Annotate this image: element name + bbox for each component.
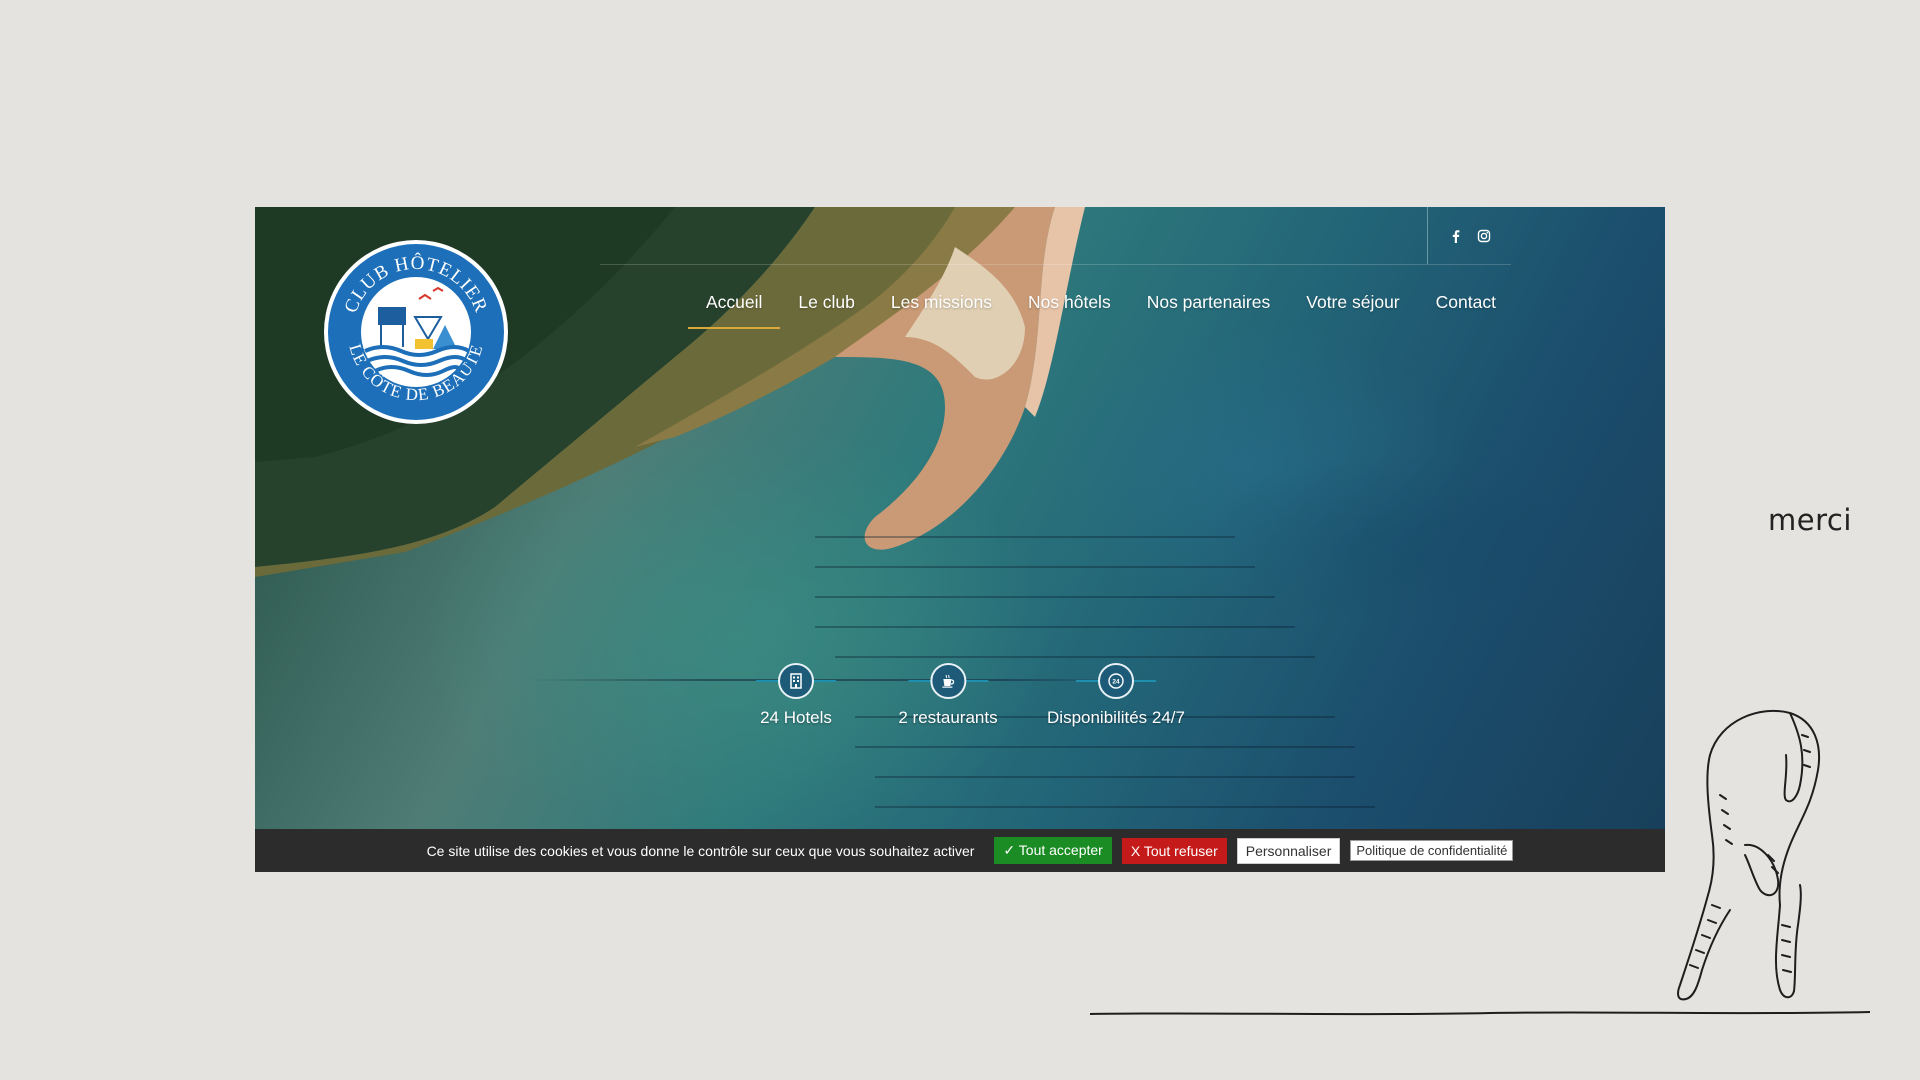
nav-item-les-missions[interactable]: Les missions [873,287,1010,317]
privacy-policy-button[interactable]: Politique de confidentialité [1350,840,1514,861]
nav-item-votre-sejour[interactable]: Votre séjour [1288,287,1417,317]
walking-hand-illustration [1677,709,1820,1001]
stat-availability: 24 Disponibilités 24/7 [1047,663,1185,728]
stat-availability-label: Disponibilités 24/7 [1047,708,1185,727]
stat-hotels-label: 24 Hotels [760,708,832,727]
customize-cookies-button[interactable]: Personnaliser [1236,837,1341,864]
stat-hotels: 24 Hotels [756,663,836,728]
main-nav: Accueil Le club Les missions Nos hôtels … [688,287,1514,329]
nav-item-le-club[interactable]: Le club [780,287,872,317]
header-divider [600,264,1511,265]
hotel-building-icon [778,663,814,699]
stat-restaurants: 2 restaurants [898,663,998,728]
nav-item-contact[interactable]: Contact [1418,287,1514,317]
merci-text: merci [1768,503,1852,537]
accept-all-cookies-button[interactable]: ✓ Tout accepter [994,837,1112,864]
facebook-icon[interactable] [1449,229,1463,243]
cookie-message: Ce site utilise des cookies et vous donn… [426,842,975,859]
svg-text:24: 24 [1112,679,1120,686]
social-links [1427,207,1511,264]
club-logo[interactable]: CLUB HÔTELIER LE CÔTE DE BEAUTÉ [323,239,509,425]
stat-restaurants-label: 2 restaurants [898,708,998,727]
nav-item-nos-partenaires[interactable]: Nos partenaires [1129,287,1289,317]
refuse-all-cookies-button[interactable]: X Tout refuser [1121,837,1227,864]
instagram-icon[interactable] [1477,229,1491,243]
cookie-consent-bar: Ce site utilise des cookies et vous donn… [255,829,1665,872]
nav-item-accueil[interactable]: Accueil [688,287,781,329]
clock-24-icon: 24 [1098,663,1134,699]
ground-line [1090,1011,1870,1016]
nav-item-nos-hotels[interactable]: Nos hôtels [1010,287,1129,317]
website-preview: CLUB HÔTELIER LE CÔTE DE BEAUTÉ Accueil [255,207,1665,872]
coffee-cup-icon [929,663,966,699]
